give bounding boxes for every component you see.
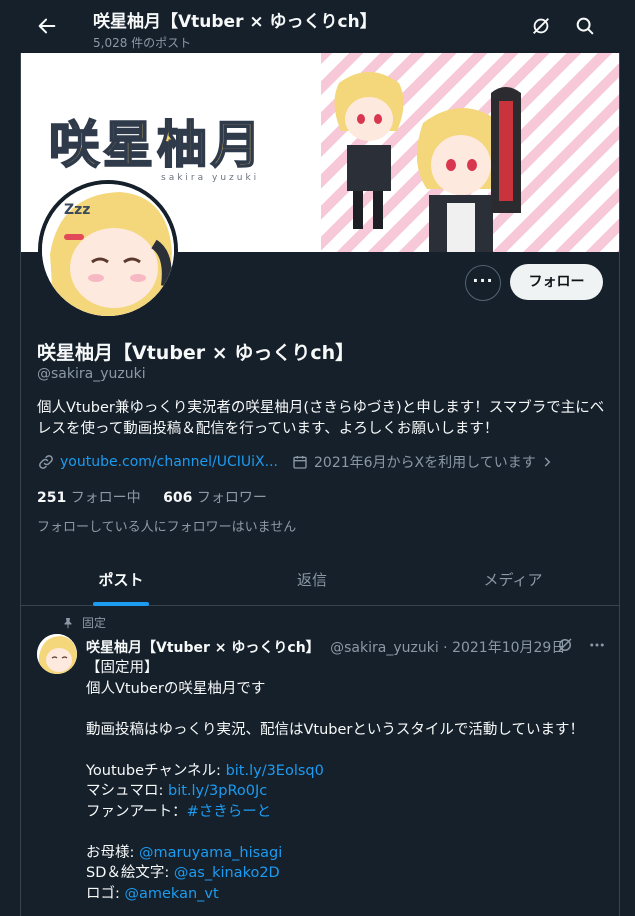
mother-label: お母様: [86, 844, 139, 861]
following-count: 251 [37, 490, 67, 506]
post-line-mother: お母様: @maruyama_hisagi [86, 843, 606, 864]
mother-mention[interactable]: @maruyama_hisagi [139, 845, 282, 861]
grok-icon[interactable] [556, 636, 574, 654]
post-author-name[interactable]: 咲星柚月【Vtuber × ゆっくりch】 [86, 640, 320, 656]
active-tab-indicator [93, 602, 149, 606]
follow-button[interactable]: フォロー [510, 264, 603, 300]
logo-mention[interactable]: @amekan_vt [125, 886, 219, 902]
post-header: 咲星柚月【Vtuber × ゆっくりch】 @sakira_yuzuki · 2… [86, 637, 565, 657]
followers-count: 606 [163, 490, 193, 506]
post-author-avatar[interactable] [37, 634, 77, 674]
followers-link[interactable]: 606 フォロワー [163, 490, 267, 506]
post-line: 動画投稿はゆっくり実況、配信はVtuberというスタイルで活動しています！ [86, 721, 584, 738]
search-icon[interactable] [574, 15, 596, 37]
more-options-button[interactable]: ··· [465, 265, 501, 301]
marshmallow-link[interactable]: bit.ly/3pRo0Jc [168, 783, 267, 799]
follow-counts: 251 フォロー中 606 フォロワー [37, 487, 267, 507]
post-line-fanart: ファンアート：#さきらーと [86, 802, 606, 823]
header-title: 咲星柚月【Vtuber × ゆっくりch】 [93, 12, 377, 32]
profile-meta: youtube.com/channel/UCIUiX... 2021年6月からX… [37, 452, 554, 472]
post-line-youtube: Youtubeチャンネル: bit.ly/3Eolsq0 [86, 761, 606, 782]
more-icon[interactable] [588, 636, 606, 654]
grok-icon[interactable] [530, 15, 552, 37]
profile-tabs: ポスト 返信 メディア [21, 556, 619, 606]
post-date[interactable]: 2021年10月29日 [452, 640, 565, 656]
sd-label: SD＆絵文字: [86, 865, 174, 881]
post-count: 5,028 件のポスト [93, 36, 192, 50]
avatar-illustration: Zzz [42, 184, 174, 316]
chevron-right-icon[interactable] [540, 455, 554, 469]
profile-handle: @sakira_yuzuki [37, 366, 146, 382]
back-arrow-icon[interactable] [36, 15, 58, 37]
pin-icon [64, 617, 72, 628]
marshmallow-label: マシュマロ: [86, 783, 168, 799]
post-avatar-illustration [37, 634, 77, 674]
pinned-indicator: 固定 [62, 614, 106, 631]
profile-avatar[interactable]: Zzz [38, 180, 178, 320]
post-line: 個人Vtuberの咲星柚月です [86, 680, 266, 697]
post-line: 【固定用】 [86, 660, 159, 676]
following-label: フォロー中 [70, 490, 141, 506]
fanart-hashtag[interactable]: #さきらーと [187, 804, 272, 820]
fanart-label: ファンアート： [86, 803, 187, 820]
calendar-icon [293, 456, 307, 469]
followers-label: フォロワー [196, 490, 267, 506]
profile-bio: 個人Vtuber兼ゆっくり実況者の咲星柚月(さきらゆづき)と申します！スマブラで… [37, 400, 605, 437]
post-author-handle[interactable]: @sakira_yuzuki [330, 640, 439, 656]
logo-label: ロゴ: [86, 885, 125, 902]
post-actions [556, 636, 606, 654]
sd-mention[interactable]: @as_kinako2D [174, 865, 280, 881]
joined-date: 2021年6月からXを利用しています [314, 455, 536, 471]
link-icon [39, 455, 53, 469]
no-mutuals-note: フォローしている人にフォロワーはいません [37, 520, 297, 535]
youtube-link[interactable]: bit.ly/3Eolsq0 [226, 763, 324, 779]
post-line-marshmallow: マシュマロ: bit.ly/3pRo0Jc [86, 781, 606, 802]
svg-text:Zzz: Zzz [64, 202, 90, 218]
following-link[interactable]: 251 フォロー中 [37, 490, 141, 506]
tab-replies[interactable]: 返信 [252, 556, 372, 606]
top-bar: 咲星柚月【Vtuber × ゆっくりch】 5,028 件のポスト [0, 0, 635, 53]
post-text: 【固定用】 個人Vtuberの咲星柚月です 動画投稿はゆっくり実況、配信はVtu… [86, 658, 606, 904]
post-line-sd: SD＆絵文字: @as_kinako2D [86, 863, 606, 884]
tab-posts[interactable]: ポスト [61, 556, 181, 606]
profile-website-link[interactable]: youtube.com/channel/UCIUiX... [60, 454, 278, 470]
pinned-label: 固定 [82, 616, 107, 630]
profile-name: 咲星柚月【Vtuber × ゆっくりch】 [37, 342, 355, 364]
tab-media[interactable]: メディア [453, 556, 573, 606]
youtube-label: Youtubeチャンネル: [86, 762, 226, 779]
post-line-logo: ロゴ: @amekan_vt [86, 884, 606, 905]
post-separator: · [443, 640, 448, 656]
